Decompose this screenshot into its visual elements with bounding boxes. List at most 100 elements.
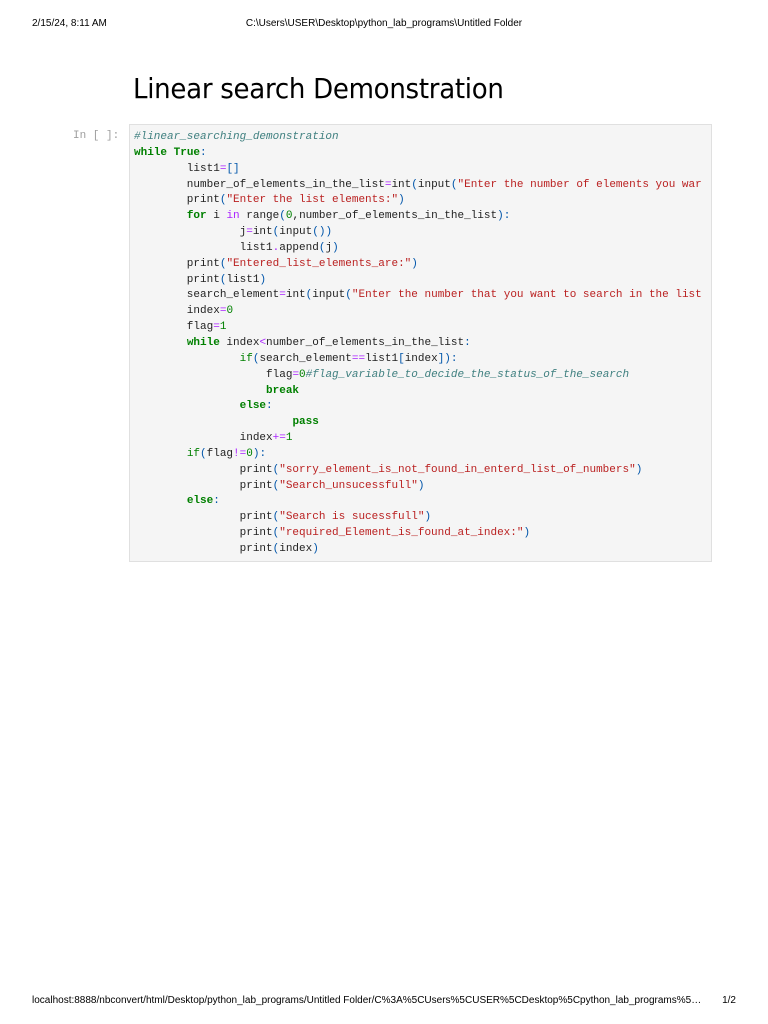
code-token: : [213, 495, 220, 508]
code-token: : [266, 400, 273, 413]
code-line: print("required_Element_is_found_at_inde… [134, 526, 702, 542]
page-title: Linear search Demonstration [133, 72, 504, 105]
code-line: while True: [134, 146, 702, 162]
code-line: j=int(input()) [134, 225, 702, 241]
code-token: search_element [259, 352, 352, 365]
code-line: search_element=int(input("Enter the numb… [134, 288, 702, 304]
code-token: ( [200, 447, 207, 460]
code-line: while index<number_of_elements_in_the_li… [134, 336, 702, 352]
code-token: int [285, 289, 306, 302]
code-token: ) [523, 527, 531, 540]
code-line: number_of_elements_in_the_list=int(input… [134, 178, 702, 194]
code-token: [ [398, 352, 405, 365]
code-token: "required_Element_is_found_at_index:" [279, 527, 524, 540]
code-token: append [279, 241, 319, 254]
code-token: pass [292, 416, 319, 429]
code-cell[interactable]: #linear_searching_demonstrationwhile Tru… [129, 124, 712, 562]
code-line: print(index) [134, 542, 702, 558]
code-token: 0 [299, 368, 306, 381]
code-token: True [173, 146, 201, 159]
code-token: != [233, 447, 247, 460]
code-token: number_of_elements_in_the_list [266, 336, 465, 349]
code-token: j [134, 226, 247, 239]
code-token: #linear_searching_demonstration [134, 131, 339, 143]
code-line: flag=1 [134, 320, 702, 336]
code-token: = [213, 321, 220, 334]
code-token: flag [134, 321, 214, 334]
code-token: 0 [226, 305, 234, 318]
code-line: list1.append(j) [134, 241, 702, 257]
code-line: if(search_element==list1[index]): [134, 352, 702, 368]
code-token: input [279, 226, 313, 239]
code-token: "Enter the list elements:" [226, 194, 399, 207]
code-line: pass [134, 415, 702, 431]
code-token: 0 [246, 447, 253, 460]
code-line: #linear_searching_demonstration [134, 130, 702, 146]
code-token: += [272, 432, 286, 445]
code-token: list1 [134, 162, 220, 175]
code-token: print [134, 194, 220, 207]
code-editor[interactable]: #linear_searching_demonstrationwhile Tru… [134, 130, 702, 558]
code-token: print [134, 542, 273, 555]
code-token: = [279, 289, 286, 302]
code-token: index [219, 336, 260, 349]
code-token: else [239, 400, 267, 413]
code-token: else [186, 495, 214, 508]
code-token: list1 [226, 273, 260, 286]
code-line: print("sorry_element_is_not_found_in_ent… [134, 463, 702, 479]
code-token: print [134, 463, 273, 476]
print-url: localhost:8888/nbconvert/html/Desktop/py… [32, 995, 702, 1006]
code-token: 1 [219, 321, 227, 334]
code-token: number_of_elements_in_the_list [134, 178, 385, 191]
code-token: break [266, 384, 300, 397]
code-token: for [186, 210, 207, 223]
code-line: else: [134, 494, 702, 510]
code-token: == [351, 352, 366, 365]
code-token: ): [497, 210, 511, 223]
code-token: if [239, 352, 253, 365]
code-token: : [200, 146, 207, 159]
code-token: print [134, 511, 273, 524]
code-line: print(list1) [134, 273, 702, 289]
code-token: : [464, 336, 471, 349]
code-token: int [252, 226, 273, 239]
page-number: 1/2 [722, 995, 736, 1006]
code-token: ) [424, 511, 432, 524]
code-token: list1 [365, 352, 399, 365]
code-token: "Enter the number of elements you war [457, 178, 702, 191]
code-token: index [134, 305, 220, 318]
code-token: range [239, 210, 280, 223]
code-line: else: [134, 399, 702, 415]
code-token: print [134, 273, 220, 286]
code-token: ) [635, 463, 643, 476]
code-token: ) [398, 194, 405, 207]
code-line: for i in range(0,number_of_elements_in_t… [134, 209, 702, 225]
code-token: int [391, 178, 412, 191]
code-token: index [279, 542, 313, 555]
code-token: index [134, 432, 273, 445]
code-token: "Search is sucessfull" [279, 511, 425, 524]
code-token: i [206, 210, 227, 223]
code-token: ) [259, 273, 267, 286]
code-token: "Enter the number that you want to searc… [351, 289, 702, 302]
code-token: "Search_unsucessfull" [279, 479, 418, 492]
code-token: while [186, 336, 220, 349]
code-line: index=0 [134, 304, 702, 320]
code-line: print("Search_unsucessfull") [134, 479, 702, 495]
code-line: if(flag!=0): [134, 447, 702, 463]
code-token: ) [312, 542, 319, 555]
code-token: input [312, 289, 346, 302]
code-token: ,number_of_elements_in_the_list [292, 210, 498, 223]
code-token: search_element [134, 289, 280, 302]
code-line: print("Enter the list elements:") [134, 193, 702, 209]
code-token: ()) [312, 226, 333, 239]
code-line: list1=[] [134, 162, 702, 178]
code-token: ) [411, 257, 418, 270]
